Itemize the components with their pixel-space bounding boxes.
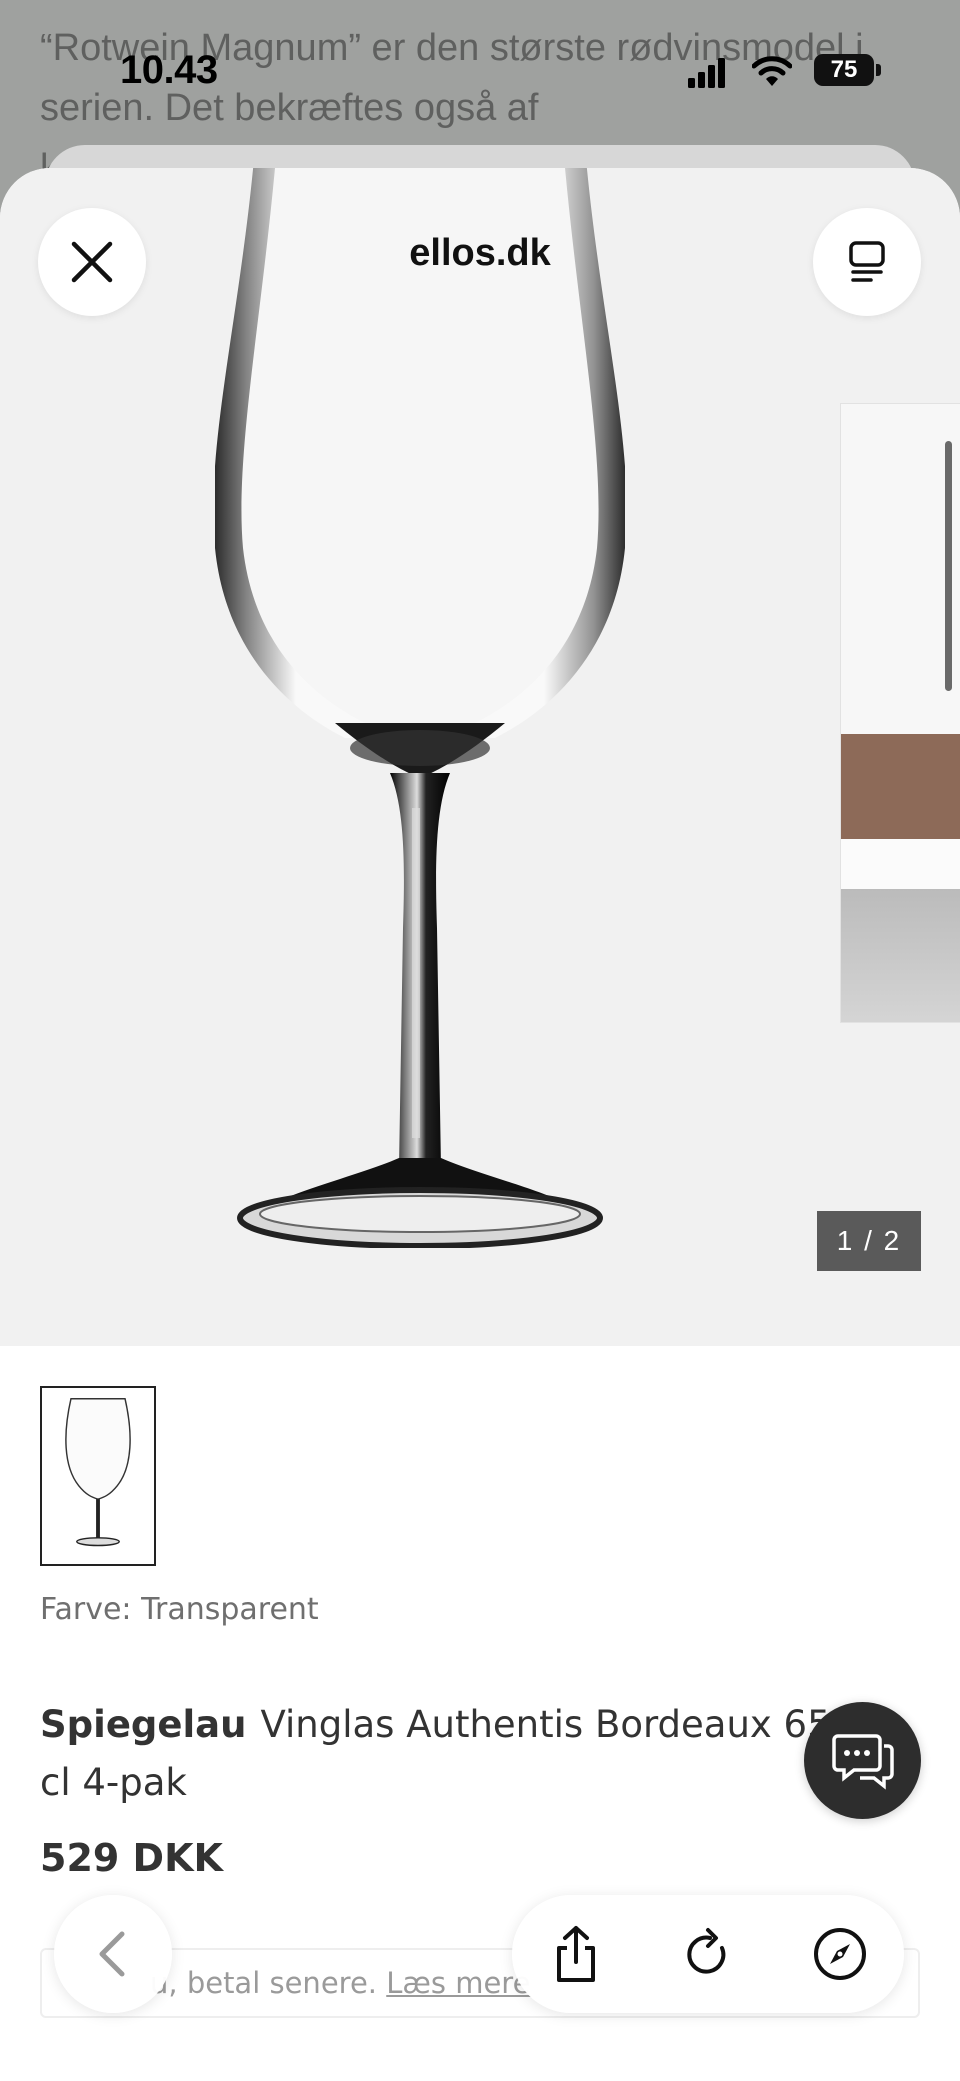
product-sheet: 1 / 2 ellos.dk Farve: Transparent Spiege…: [0, 168, 960, 2081]
product-brand[interactable]: Spiegelau: [40, 1703, 246, 1746]
image-counter: 1 / 2: [817, 1211, 921, 1271]
status-time: 10.43: [120, 48, 218, 92]
promo-read-more-link[interactable]: Læs mere: [386, 1966, 530, 2000]
product-image: [215, 168, 625, 1248]
product-image-gallery[interactable]: 1 / 2: [0, 168, 960, 1346]
screen: “Rotwein Magnum” er den største rødvinsm…: [0, 0, 960, 2081]
product-thumbnail[interactable]: [40, 1386, 156, 1566]
thumbnail-glass-image: [65, 1398, 131, 1547]
reload-icon: [687, 1928, 726, 1974]
scroll-indicator[interactable]: [945, 441, 952, 691]
color-label: Farve: Transparent: [40, 1592, 319, 1627]
chat-icon: [831, 1733, 894, 1790]
close-icon: [71, 241, 113, 283]
close-button[interactable]: [38, 208, 146, 316]
chevron-left-icon: [99, 1931, 125, 1977]
browser-toolbar: [512, 1895, 904, 2013]
share-button[interactable]: [542, 1920, 610, 1988]
promo-text: u, betal senere.: [150, 1966, 378, 2000]
chat-button[interactable]: [804, 1702, 921, 1819]
battery-indicator: 75: [814, 54, 874, 86]
cellular-signal-icon: [688, 58, 725, 88]
status-bar: 10.43 75: [0, 0, 960, 140]
wifi-icon: [752, 56, 792, 86]
product-price: 529 DKK: [40, 1836, 223, 1880]
next-image-steel: [841, 889, 960, 1022]
site-title: ellos.dk: [409, 232, 551, 274]
next-image-wood: [841, 734, 960, 839]
back-button[interactable]: [54, 1895, 172, 2013]
next-image-rim: [841, 839, 960, 889]
safari-compass-button[interactable]: [806, 1920, 874, 1988]
share-icon: [557, 1926, 595, 1982]
next-product-image[interactable]: [840, 403, 960, 1023]
reload-button[interactable]: [674, 1920, 742, 1988]
product-title: Spiegelau Vinglas Authentis Bordeaux 65 c…: [40, 1696, 860, 1812]
compass-icon: [814, 1928, 866, 1980]
reader-icon: [849, 241, 885, 282]
reader-button[interactable]: [813, 208, 921, 316]
battery-cap: [876, 64, 881, 76]
